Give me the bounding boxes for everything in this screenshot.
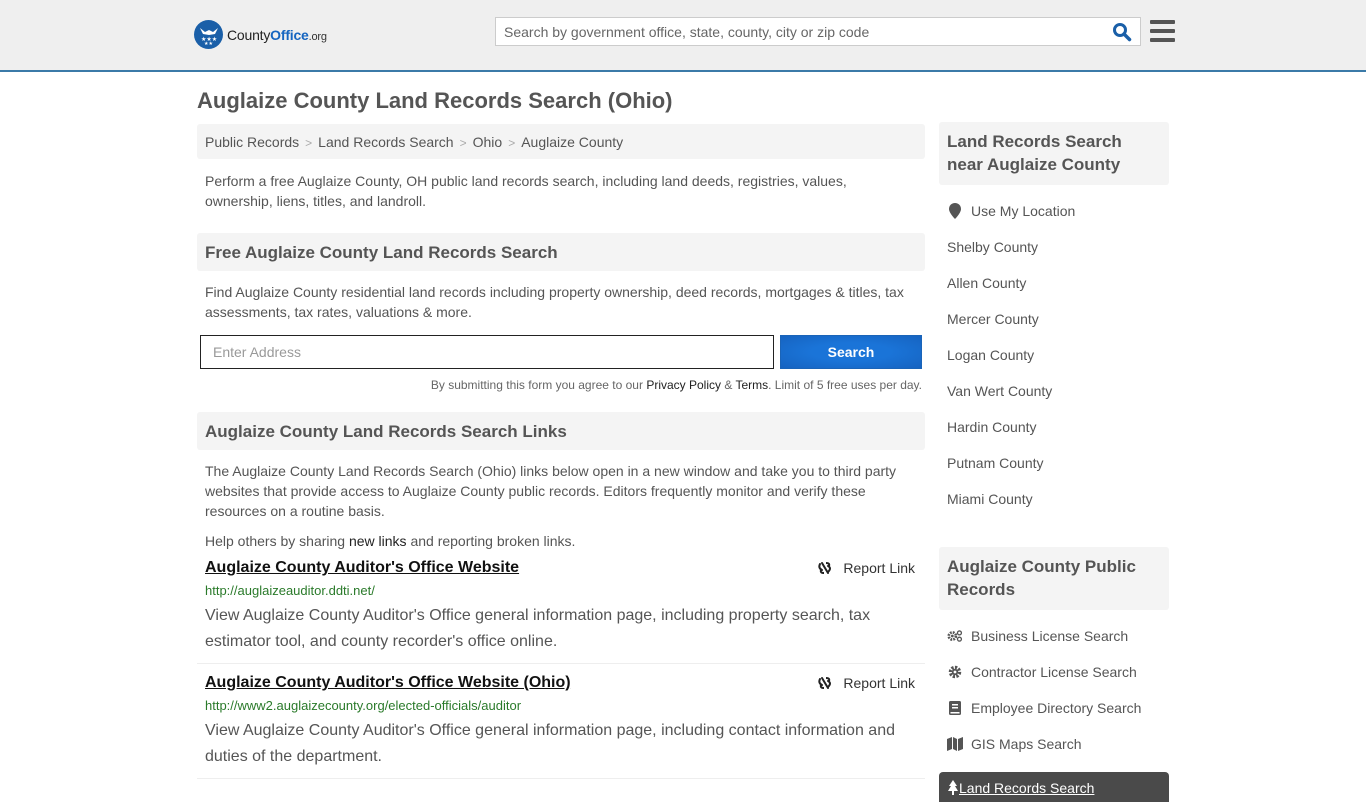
links-section-text: The Auglaize County Land Records Search … [205,463,897,519]
site-logo[interactable]: ★★★ ★★ CountyOffice.org [194,20,327,49]
help-suffix: and reporting broken links. [406,533,576,549]
privacy-policy-link[interactable]: Privacy Policy [646,378,721,392]
breadcrumb-separator: > [459,136,467,150]
nearby-county-item[interactable]: Shelby County [947,239,1169,275]
nearby-county-link[interactable]: Miami County [947,491,1033,507]
site-search-input[interactable] [496,18,1096,45]
form-disclaimer: By submitting this form you agree to our… [197,369,925,392]
free-search-text: Find Auglaize County residential land re… [205,284,904,320]
disclaimer-suffix: . Limit of 5 free uses per day. [768,378,922,392]
resource-link-item: Auglaize County Auditor's Office Website… [197,549,925,664]
search-icon[interactable] [1112,22,1134,42]
breadcrumb-separator: > [508,136,516,150]
public-record-link[interactable]: Employee Directory Search [971,700,1141,716]
report-link-button[interactable]: Report Link [817,560,915,576]
resource-link-description: View Auglaize County Auditor's Office ge… [205,722,895,765]
nearby-county-link[interactable]: Putnam County [947,455,1044,471]
resource-link-url[interactable]: http://www2.auglaizecounty.org/elected-o… [205,698,917,713]
public-record-link[interactable]: GIS Maps Search [971,736,1082,752]
nearby-county-link[interactable]: Allen County [947,275,1026,291]
page-title: Auglaize County Land Records Search (Ohi… [197,88,673,113]
hamburger-menu-icon[interactable] [1150,20,1175,42]
public-records-heading: Auglaize County Public Records [939,547,1169,610]
site-search [495,17,1141,46]
logo-text: CountyOffice.org [227,26,327,43]
map-marker-icon [947,203,963,219]
nearby-county-item[interactable]: Logan County [947,347,1169,383]
breadcrumb-land-records-search[interactable]: Land Records Search [318,134,453,150]
public-records-list: Business License Search Contractor Licen… [939,610,1169,772]
breadcrumb-auglaize-county[interactable]: Auglaize County [521,134,623,150]
resource-link-description: View Auglaize County Auditor's Office ge… [205,607,871,650]
public-record-link[interactable]: Business License Search [971,628,1128,644]
report-link-label: Report Link [843,560,915,576]
resource-link-url[interactable]: http://auglaizeauditor.ddti.net/ [205,583,917,598]
breadcrumb-separator: > [305,136,313,150]
address-input[interactable] [200,335,774,369]
public-record-item[interactable]: GIS Maps Search [947,736,1169,772]
public-record-item[interactable]: Business License Search [947,628,1169,664]
public-record-link[interactable]: Contractor License Search [971,664,1137,680]
public-record-item[interactable]: Employee Directory Search [947,700,1169,736]
nearby-county-item[interactable]: Hardin County [947,419,1169,455]
intro-text: Perform a free Auglaize County, OH publi… [205,173,847,209]
report-link-button[interactable]: Report Link [817,675,915,691]
nearby-county-link[interactable]: Van Wert County [947,383,1052,399]
nearby-heading: Land Records Search near Auglaize County [939,122,1169,185]
nearby-list: Use My Location Shelby County Allen Coun… [939,185,1169,527]
sidebar: Land Records Search near Auglaize County… [939,122,1169,802]
help-prefix: Help others by sharing [205,533,349,549]
disclaimer-amp: & [721,378,736,392]
nearby-county-item[interactable]: Putnam County [947,455,1169,491]
nearby-county-link[interactable]: Hardin County [947,419,1037,435]
map-icon [947,736,963,752]
public-record-item[interactable]: Contractor License Search [947,664,1169,700]
use-my-location-link[interactable]: Use My Location [971,203,1075,219]
breadcrumb: Public Records > Land Records Search > Ohio >… [197,124,925,159]
new-links-link[interactable]: new links [349,533,407,549]
free-search-heading: Free Auglaize County Land Records Search [197,233,925,271]
nearby-county-item[interactable]: Van Wert County [947,383,1169,419]
broken-link-icon [818,562,832,574]
eagle-logo-icon: ★★★ ★★ [194,20,223,49]
breadcrumb-ohio[interactable]: Ohio [473,134,503,150]
nearby-county-item[interactable]: Miami County [947,491,1169,527]
use-my-location-item[interactable]: Use My Location [947,203,1169,239]
report-link-label: Report Link [843,675,915,691]
site-header: ★★★ ★★ CountyOffice.org [0,0,1366,72]
resource-link-item: Auglaize County Auditor's Office Website… [197,664,925,779]
address-search-form: Search [197,335,925,369]
svg-text:★★: ★★ [204,41,213,45]
resource-link-title[interactable]: Auglaize County Auditor's Office Website… [205,674,571,691]
resource-link-title[interactable]: Auglaize County Auditor's Office Website [205,559,519,576]
links-section-heading: Auglaize County Land Records Search Link… [197,412,925,450]
nearby-county-link[interactable]: Mercer County [947,311,1039,327]
active-public-record-label[interactable]: Land Records Search [959,780,1094,802]
address-search-button[interactable]: Search [780,335,922,369]
terms-link[interactable]: Terms [735,378,768,392]
main-content: Public Records > Land Records Search > Ohio >… [197,124,925,779]
tree-icon [947,780,959,802]
active-public-record-item[interactable]: Land Records Search [939,772,1169,802]
breadcrumb-public-records[interactable]: Public Records [205,134,299,150]
disclaimer-prefix: By submitting this form you agree to our [430,378,647,392]
gear-icon [947,664,963,680]
book-icon [947,700,963,716]
nearby-county-link[interactable]: Shelby County [947,239,1038,255]
nearby-county-item[interactable]: Allen County [947,275,1169,311]
nearby-county-item[interactable]: Mercer County [947,311,1169,347]
broken-link-icon [818,677,832,689]
help-text: Help others by sharing new links and rep… [197,521,925,549]
nearby-county-link[interactable]: Logan County [947,347,1034,363]
gears-icon [947,628,963,644]
